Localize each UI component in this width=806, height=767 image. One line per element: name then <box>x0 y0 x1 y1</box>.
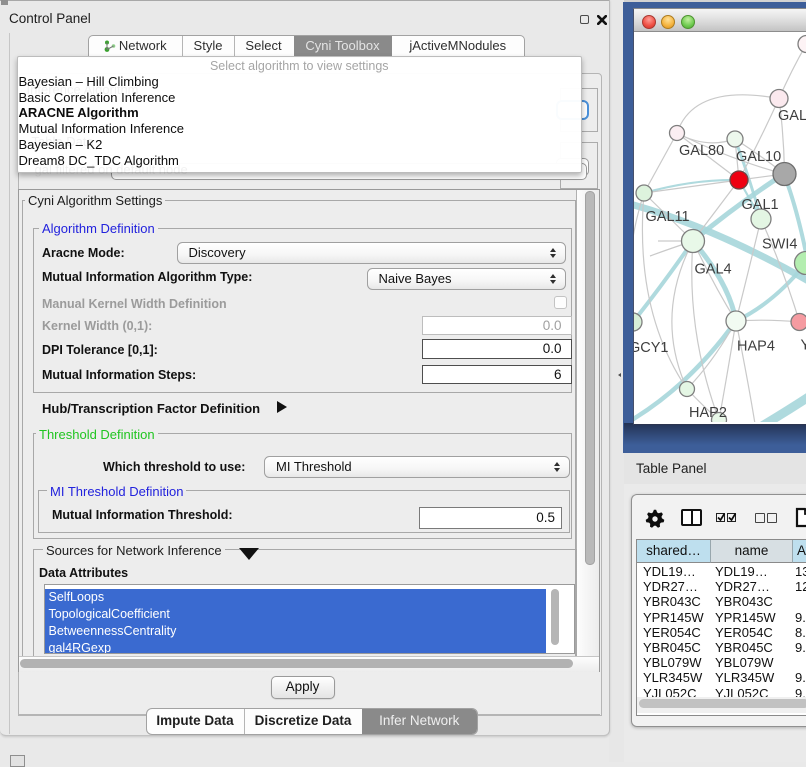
svg-text:GAL4: GAL4 <box>695 262 732 278</box>
svg-text:GAL7: GAL7 <box>778 108 806 124</box>
svg-text:GCY1: GCY1 <box>634 340 669 356</box>
svg-text:GAL10: GAL10 <box>736 149 781 165</box>
svg-text:GAL1: GAL1 <box>742 197 779 213</box>
svg-text:GAL80: GAL80 <box>679 143 724 159</box>
svg-text:HAP4: HAP4 <box>737 339 775 355</box>
svg-text:Y: Y <box>801 338 806 354</box>
svg-text:SWI4: SWI4 <box>762 237 797 253</box>
svg-text:GAL11: GAL11 <box>646 209 690 225</box>
svg-text:HAP2: HAP2 <box>689 405 727 421</box>
